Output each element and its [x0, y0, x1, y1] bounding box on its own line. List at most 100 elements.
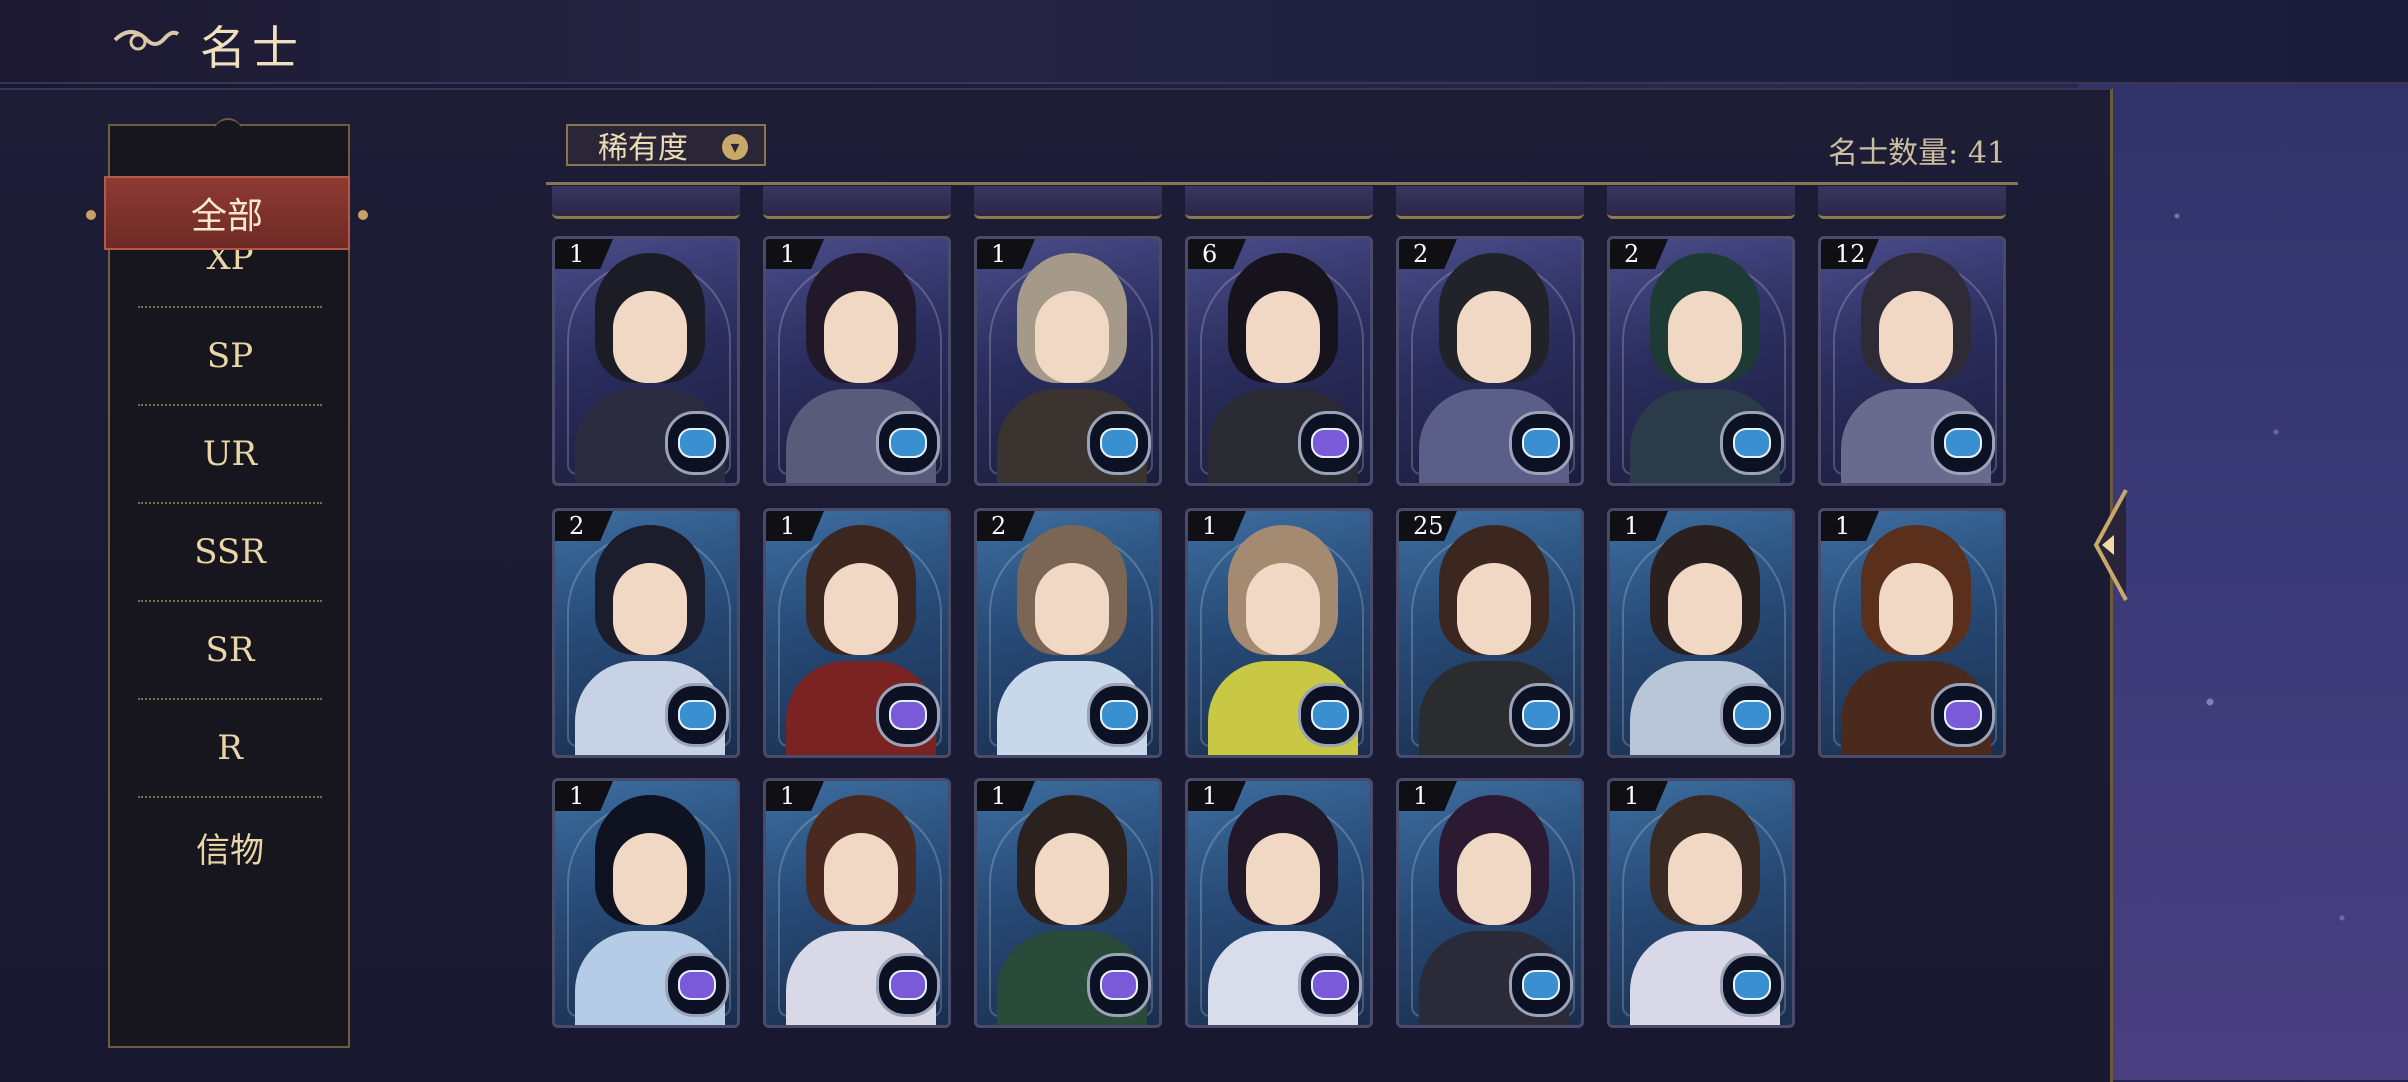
card-count-badge: 1: [766, 781, 824, 811]
element-badge-core: [1100, 700, 1138, 730]
partial-card[interactable]: [974, 186, 1162, 219]
sidebar-item-token[interactable]: 信物: [138, 798, 322, 896]
element-badge-core: [1100, 428, 1138, 458]
character-face: [1035, 291, 1109, 383]
partial-card[interactable]: [1185, 186, 1373, 219]
sidebar-item-sr[interactable]: SR: [138, 602, 322, 700]
character-face: [613, 291, 687, 383]
character-face: [1246, 291, 1320, 383]
character-card[interactable]: 1: [763, 508, 951, 758]
character-card[interactable]: 1: [1396, 778, 1584, 1028]
sidebar-item-all[interactable]: 全部: [86, 176, 368, 250]
sidebar-item-ur[interactable]: UR: [138, 406, 322, 504]
card-count-badge: 1: [1821, 511, 1879, 541]
character-card[interactable]: 2: [974, 508, 1162, 758]
element-badge-icon: [1298, 683, 1362, 747]
character-card[interactable]: 1: [974, 778, 1162, 1028]
card-count-badge: 1: [555, 781, 613, 811]
card-count-badge: 2: [1610, 239, 1668, 269]
element-badge-icon: [1509, 683, 1573, 747]
character-face: [1668, 291, 1742, 383]
character-card[interactable]: 1: [1607, 778, 1795, 1028]
character-card[interactable]: 1: [552, 778, 740, 1028]
character-card[interactable]: 1: [974, 236, 1162, 486]
partial-card[interactable]: [1818, 186, 2006, 219]
card-count-badge: 25: [1399, 511, 1457, 541]
character-card[interactable]: 1: [1185, 508, 1373, 758]
character-face: [1668, 563, 1742, 655]
character-card[interactable]: 2: [1607, 236, 1795, 486]
card-count-badge: 1: [977, 781, 1035, 811]
element-badge-core: [1311, 428, 1349, 458]
character-face: [1246, 833, 1320, 925]
sidebar-item-sp[interactable]: SP: [138, 308, 322, 406]
character-face: [1457, 291, 1531, 383]
character-face: [1879, 291, 1953, 383]
character-card[interactable]: 2: [1396, 236, 1584, 486]
character-card[interactable]: 1: [552, 236, 740, 486]
sidebar-item-all-label: 全部: [190, 196, 263, 237]
element-badge-icon: [876, 953, 940, 1017]
element-badge-icon: [1087, 411, 1151, 475]
character-card[interactable]: 1: [1818, 508, 2006, 758]
character-card[interactable]: 25: [1396, 508, 1584, 758]
card-count-badge: 6: [1188, 239, 1246, 269]
card-count-badge: 1: [766, 239, 824, 269]
ornament-dot: [358, 210, 368, 220]
partial-card[interactable]: [1607, 186, 1795, 219]
card-count-badge: 12: [1821, 239, 1879, 269]
card-count-badge: 2: [555, 511, 613, 541]
element-badge-core: [889, 700, 927, 730]
element-badge-icon: [665, 683, 729, 747]
card-count-badge: 2: [1399, 239, 1457, 269]
ornament-dot: [86, 210, 96, 220]
element-badge-icon: [1931, 411, 1995, 475]
element-badge-icon: [1720, 953, 1784, 1017]
character-card[interactable]: 6: [1185, 236, 1373, 486]
card-count-badge: 1: [1610, 511, 1668, 541]
element-badge-core: [889, 428, 927, 458]
card-count-badge: 1: [555, 239, 613, 269]
sidebar-item-ssr[interactable]: SSR: [138, 504, 322, 602]
element-badge-icon: [1720, 683, 1784, 747]
card-count-badge: 1: [1610, 781, 1668, 811]
element-badge-core: [1944, 700, 1982, 730]
character-card[interactable]: 12: [1818, 236, 2006, 486]
element-badge-icon: [1298, 411, 1362, 475]
filter-label: 稀有度: [598, 131, 688, 166]
chevron-down-icon: ▾: [722, 134, 748, 160]
character-face: [1035, 833, 1109, 925]
element-badge-icon: [876, 683, 940, 747]
character-card[interactable]: 1: [1607, 508, 1795, 758]
partial-card[interactable]: [1396, 186, 1584, 219]
card-count-badge: 1: [1188, 511, 1246, 541]
partial-card[interactable]: [552, 186, 740, 219]
collapse-arrow-icon[interactable]: [2086, 480, 2130, 610]
character-face: [1035, 563, 1109, 655]
divider: [546, 182, 2018, 185]
page-title: 名士: [200, 21, 304, 75]
character-card[interactable]: 2: [552, 508, 740, 758]
character-face: [1246, 563, 1320, 655]
partial-card[interactable]: [763, 186, 951, 219]
rarity-filter-dropdown[interactable]: 稀有度 ▾: [566, 124, 766, 166]
element-badge-core: [1311, 970, 1349, 1000]
character-face: [824, 563, 898, 655]
character-face: [613, 833, 687, 925]
element-badge-icon: [1087, 953, 1151, 1017]
element-badge-core: [1522, 700, 1560, 730]
element-badge-core: [1522, 428, 1560, 458]
element-badge-core: [678, 970, 716, 1000]
character-card[interactable]: 1: [763, 778, 951, 1028]
element-badge-core: [1944, 428, 1982, 458]
character-face: [1668, 833, 1742, 925]
element-badge-icon: [1509, 953, 1573, 1017]
character-card[interactable]: 1: [1185, 778, 1373, 1028]
character-card[interactable]: 1: [763, 236, 951, 486]
element-badge-core: [678, 428, 716, 458]
card-count-badge: 1: [1399, 781, 1457, 811]
element-badge-icon: [1298, 953, 1362, 1017]
element-badge-icon: [665, 411, 729, 475]
sidebar-item-r[interactable]: R: [138, 700, 322, 798]
element-badge-core: [889, 970, 927, 1000]
